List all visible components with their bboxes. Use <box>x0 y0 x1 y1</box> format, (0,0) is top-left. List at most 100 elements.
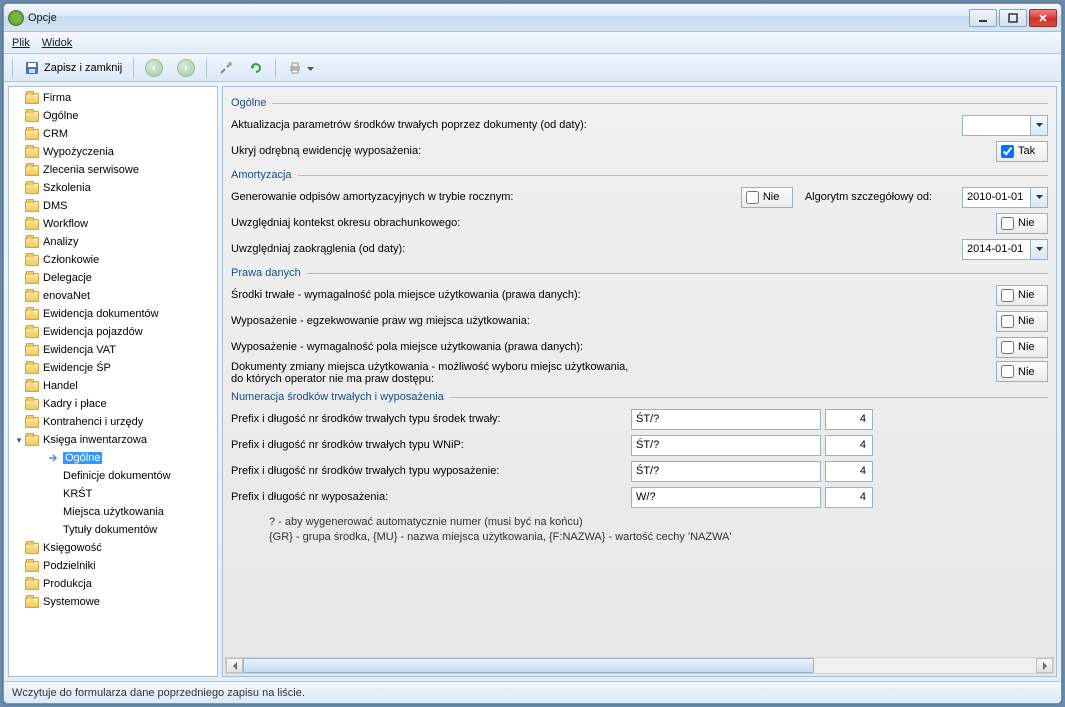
navigation-tree[interactable]: Firma Ogólne CRM Wypożyczenia Zlecenia s… <box>8 86 218 677</box>
nav-back-button[interactable] <box>140 57 168 79</box>
checkbox-icon[interactable] <box>1001 145 1014 158</box>
tree-item[interactable]: Systemowe <box>9 593 217 611</box>
checkbox-icon[interactable] <box>1001 289 1014 302</box>
tree-item[interactable]: DMS <box>9 197 217 215</box>
input-prefix-equip[interactable]: ŚT/? <box>631 461 821 482</box>
tree-item[interactable]: Analizy <box>9 233 217 251</box>
arrow-left-icon <box>145 59 163 77</box>
tree-child-item[interactable]: KRŚT <box>9 485 217 503</box>
tree-item[interactable]: Produkcja <box>9 575 217 593</box>
folder-icon <box>25 219 39 230</box>
expand-icon <box>13 416 25 428</box>
tree-child-item[interactable]: Miejsca użytkowania <box>9 503 217 521</box>
check-doc-change[interactable]: Nie <box>996 361 1048 382</box>
label-prefix-fa: Prefix i długość nr środków trwałych typ… <box>231 413 631 425</box>
expand-icon <box>13 560 25 572</box>
tree-item[interactable]: CRM <box>9 125 217 143</box>
tools-button[interactable] <box>213 57 239 79</box>
section-general: Ogólne <box>231 97 1048 109</box>
tree-item-label: Tytuły dokumentów <box>63 524 157 536</box>
chevron-down-icon[interactable] <box>1030 240 1047 259</box>
combo-algo-date[interactable]: 2010-01-01 <box>962 187 1048 208</box>
tree-item[interactable]: Handel <box>9 377 217 395</box>
expand-icon <box>13 272 25 284</box>
tree-item[interactable]: Szkolenia <box>9 179 217 197</box>
tree-item[interactable]: Ewidencje ŚP <box>9 359 217 377</box>
scroll-thumb[interactable] <box>243 658 814 673</box>
tree-item[interactable]: enovaNet <box>9 287 217 305</box>
tree-item[interactable]: Ogólne <box>9 107 217 125</box>
expand-icon <box>13 92 25 104</box>
expand-icon <box>13 542 25 554</box>
input-prefix-wnip[interactable]: ŚT/? <box>631 435 821 456</box>
tools-icon <box>218 60 234 76</box>
tree-child-item[interactable]: Tytuły dokumentów <box>9 521 217 539</box>
input-prefix-fa[interactable]: ŚT/? <box>631 409 821 430</box>
tree-child-item[interactable]: Definicje dokumentów <box>9 467 217 485</box>
maximize-button[interactable] <box>999 9 1027 27</box>
check-equip-enforce[interactable]: Nie <box>996 311 1048 332</box>
folder-icon <box>25 399 39 410</box>
tree-item-label: Księga inwentarzowa <box>43 434 147 446</box>
check-fa-required[interactable]: Nie <box>996 285 1048 306</box>
folder-icon <box>25 417 39 428</box>
tree-item[interactable]: Ewidencja VAT <box>9 341 217 359</box>
check-hide-equip[interactable]: Tak <box>996 141 1048 162</box>
tree-child-item[interactable]: Ogólne <box>9 449 217 467</box>
tree-item-label: enovaNet <box>43 290 90 302</box>
checkbox-icon[interactable] <box>1001 341 1014 354</box>
menu-file[interactable]: Plik <box>12 37 30 49</box>
chevron-down-icon[interactable] <box>1030 188 1047 207</box>
input-len-w[interactable]: 4 <box>825 487 873 508</box>
scroll-left-icon[interactable] <box>226 658 243 673</box>
expand-icon <box>13 308 25 320</box>
check-period-ctx[interactable]: Nie <box>996 213 1048 234</box>
folder-icon <box>25 381 39 392</box>
app-icon <box>8 10 24 26</box>
minimize-button[interactable] <box>969 9 997 27</box>
tree-item[interactable]: Workflow <box>9 215 217 233</box>
folder-icon <box>25 291 39 302</box>
tree-item[interactable]: Kadry i płace <box>9 395 217 413</box>
tree-item[interactable]: Podzielniki <box>9 557 217 575</box>
scroll-right-icon[interactable] <box>1036 658 1053 673</box>
folder-icon <box>25 579 39 590</box>
nav-forward-button[interactable] <box>172 57 200 79</box>
tree-item[interactable]: Ewidencja dokumentów <box>9 305 217 323</box>
horizontal-scrollbar[interactable] <box>225 657 1054 674</box>
collapse-icon[interactable]: ▾ <box>13 434 25 446</box>
input-prefix-w[interactable]: W/? <box>631 487 821 508</box>
tree-item[interactable]: Kontrahenci i urzędy <box>9 413 217 431</box>
checkbox-icon[interactable] <box>1001 217 1014 230</box>
close-button[interactable] <box>1029 9 1057 27</box>
options-window: Opcje Plik Widok Zapisz i zamknij Firma … <box>3 3 1062 704</box>
tree-item[interactable]: ▾ Księga inwentarzowa <box>9 431 217 449</box>
check-gen-annual[interactable]: Nie <box>741 187 793 208</box>
refresh-button[interactable] <box>243 57 269 79</box>
help-text: ? - aby wygenerować automatycznie numer … <box>231 511 1048 546</box>
checkbox-icon[interactable] <box>746 191 759 204</box>
tree-item[interactable]: Firma <box>9 89 217 107</box>
combo-rounding-date[interactable]: 2014-01-01 <box>962 239 1048 260</box>
check-equip-required[interactable]: Nie <box>996 337 1048 358</box>
section-amort: Amortyzacja <box>231 169 1048 181</box>
menu-view[interactable]: Widok <box>42 37 73 49</box>
titlebar[interactable]: Opcje <box>4 4 1061 32</box>
print-button[interactable] <box>282 57 319 79</box>
expand-icon <box>13 326 25 338</box>
input-len-fa[interactable]: 4 <box>825 409 873 430</box>
tree-item[interactable]: Księgowość <box>9 539 217 557</box>
chevron-down-icon[interactable] <box>1030 116 1047 135</box>
combo-update-date[interactable] <box>962 115 1048 136</box>
input-len-equip[interactable]: 4 <box>825 461 873 482</box>
label-algo-from: Algorytm szczegółowy od: <box>805 191 942 203</box>
checkbox-icon[interactable] <box>1001 365 1014 378</box>
save-close-button[interactable]: Zapisz i zamknij <box>19 57 127 79</box>
checkbox-icon[interactable] <box>1001 315 1014 328</box>
tree-item[interactable]: Zlecenia serwisowe <box>9 161 217 179</box>
tree-item[interactable]: Członkowie <box>9 251 217 269</box>
tree-item[interactable]: Ewidencja pojazdów <box>9 323 217 341</box>
tree-item[interactable]: Delegacje <box>9 269 217 287</box>
input-len-wnip[interactable]: 4 <box>825 435 873 456</box>
tree-item[interactable]: Wypożyczenia <box>9 143 217 161</box>
